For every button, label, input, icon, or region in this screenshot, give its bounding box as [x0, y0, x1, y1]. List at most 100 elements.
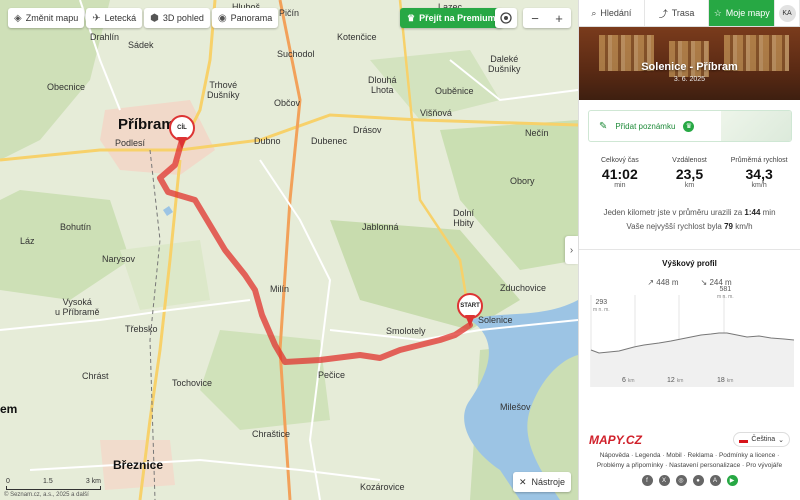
- place-label: Třebsko: [125, 324, 158, 334]
- track-stats: Celkový čas 41:02 min Vzdálenost 23,5 km…: [579, 157, 800, 189]
- tab-my-maps[interactable]: ☆ Moje mapy: [709, 0, 776, 26]
- finish-pin[interactable]: CÍL: [169, 115, 195, 149]
- place-label: Chrást: [82, 371, 109, 381]
- map-base: [0, 0, 578, 500]
- copyright[interactable]: © Seznam.cz, a.s., 2025 a další: [4, 492, 89, 498]
- change-map-button[interactable]: ◈ Změnit mapu: [8, 8, 85, 28]
- zoom-out-button[interactable]: −: [523, 8, 547, 28]
- map-toolbar: ◈ Změnit mapu ✈ Letecká ⬢ 3D pohled ◉ Panora…: [8, 8, 279, 28]
- place-label: Narysov: [102, 254, 136, 264]
- place-label: Milešov: [500, 402, 531, 412]
- google-play-icon[interactable]: ▶: [726, 475, 738, 486]
- place-label: Trhové Dušníky: [207, 80, 240, 100]
- elevation-svg: [590, 295, 795, 387]
- stat-total-time: Celkový čas 41:02 min: [600, 157, 639, 189]
- locate-button[interactable]: [495, 8, 517, 28]
- place-label: Zduchovice: [500, 283, 547, 293]
- user-menu[interactable]: KA: [775, 0, 800, 26]
- aerial-button[interactable]: ✈ Letecká: [86, 8, 143, 28]
- chevron-right-icon: ›: [569, 244, 574, 256]
- chevron-down-icon: ⌄: [778, 436, 784, 444]
- czech-flag-icon: [739, 436, 749, 443]
- place-label: em: [0, 402, 18, 416]
- place-label: Višňová: [420, 108, 452, 118]
- crown-icon: ♛: [407, 12, 416, 23]
- place-label: Solenice: [478, 315, 513, 325]
- instagram-icon[interactable]: ◎: [675, 475, 687, 486]
- place-label: Jablonná: [362, 222, 399, 232]
- place-label: Suchodol: [277, 49, 315, 59]
- place-label: Daleké Dušníky: [488, 54, 521, 74]
- place-label: Pičín: [279, 8, 300, 18]
- avatar: KA: [778, 4, 796, 22]
- place-label: Březnice: [113, 458, 164, 472]
- collapse-panel-button[interactable]: ›: [565, 236, 578, 264]
- search-icon: ⌕: [591, 7, 597, 18]
- place-label: Dolní Hbity: [453, 208, 475, 228]
- track-photo[interactable]: Solenice - Příbram 3. 6. 2025: [579, 27, 800, 100]
- layers-icon: ◈: [14, 12, 22, 24]
- view-3d-button[interactable]: ⬢ 3D pohled: [144, 8, 210, 28]
- place-label: Drásov: [353, 125, 382, 135]
- app-store-icon[interactable]: A: [709, 475, 721, 486]
- stat-distance: Vzdálenost 23,5 km: [672, 157, 707, 189]
- premium-badge-icon: ♛: [683, 120, 695, 132]
- premium-button[interactable]: ♛ Přejít na Premium: [400, 8, 503, 28]
- social-links: f X ◎ ● A ▶: [589, 475, 790, 486]
- track-summary: Jeden kilometr jste v průměru urazili za…: [603, 208, 776, 231]
- plane-icon: ✈: [92, 12, 101, 24]
- edit-icon: ✎: [599, 120, 608, 132]
- place-label: Kotenčice: [337, 32, 377, 42]
- cube-icon: ⬢: [150, 12, 159, 24]
- place-label: Dlouhá Lhota: [368, 75, 397, 95]
- x-icon[interactable]: X: [658, 475, 670, 486]
- route-icon: ⤴: [658, 8, 668, 19]
- facebook-icon[interactable]: f: [641, 475, 653, 486]
- target-icon: [500, 12, 512, 24]
- place-label: Ouběnice: [435, 86, 474, 96]
- place-label: Nečín: [525, 128, 549, 138]
- panel-footer: MAPY.CZ Čeština ⌄ Nápověda · Legenda · M…: [579, 432, 800, 486]
- place-label: Obory: [510, 176, 535, 186]
- place-label: Láz: [20, 236, 35, 246]
- eye-icon: ◉: [217, 12, 227, 24]
- place-label: Tochovice: [172, 378, 213, 388]
- place-label: Sádek: [128, 40, 154, 50]
- elevation-chart[interactable]: 293 m n. m. 581 m n. m. 6 km 12 km 18 km: [579, 286, 800, 410]
- ascent-icon: ↗: [647, 278, 655, 287]
- place-label: Dubno: [254, 136, 281, 146]
- side-panel: ⌕ Hledání ⤴ Trasa ☆ Moje mapy KA Solenice -…: [578, 0, 800, 500]
- place-label: Drahlín: [90, 32, 120, 42]
- ascent: ↗ 448 m: [647, 278, 679, 287]
- profile-title: Výškový profil: [662, 259, 717, 268]
- add-note-button[interactable]: ✎ Přidat poznámku ♛: [588, 110, 792, 142]
- place-label: Kozárovice: [360, 482, 405, 492]
- tools-button[interactable]: ✕ Nástroje: [513, 472, 572, 492]
- place-label-pribram: Příbram: [118, 116, 175, 133]
- place-label: Pečice: [318, 370, 346, 380]
- elevation-profile: Výškový profil ↗ 448 m ↘ 244 m 293 m n. m…: [579, 249, 800, 410]
- tab-route[interactable]: ⤴ Trasa: [645, 0, 710, 26]
- panorama-button[interactable]: ◉ Panorama: [211, 8, 279, 28]
- descent-icon: ↘: [700, 278, 708, 287]
- place-label: Občov: [274, 98, 301, 108]
- footer-links[interactable]: Nápověda · Legenda · Mobil · Reklama · P…: [589, 451, 790, 471]
- tools-icon: ✕: [519, 476, 527, 487]
- place-label: Podlesí: [115, 138, 146, 148]
- track-title: Solenice - Příbram: [641, 61, 738, 73]
- place-label: Chraštice: [252, 429, 291, 439]
- scale-bar: 0 1.5 3 km: [6, 478, 101, 490]
- apple-icon[interactable]: ●: [692, 475, 704, 486]
- map-canvas[interactable]: Drahlín Sádek Obecnice Příbram Podlesí B…: [0, 0, 578, 500]
- zoom-control: − +: [523, 8, 571, 28]
- language-select[interactable]: Čeština ⌄: [733, 432, 790, 447]
- tab-search[interactable]: ⌕ Hledání: [579, 0, 645, 26]
- place-label: Milín: [270, 284, 290, 294]
- place-label: Smolotely: [386, 326, 426, 336]
- start-pin[interactable]: START: [457, 293, 483, 327]
- mapy-logo[interactable]: MAPY.CZ: [589, 433, 642, 447]
- place-label: Bohutín: [60, 222, 92, 232]
- panel-tabs: ⌕ Hledání ⤴ Trasa ☆ Moje mapy KA: [579, 0, 800, 27]
- place-label: Vysoká u Příbramě: [55, 297, 100, 317]
- zoom-in-button[interactable]: +: [547, 8, 571, 28]
